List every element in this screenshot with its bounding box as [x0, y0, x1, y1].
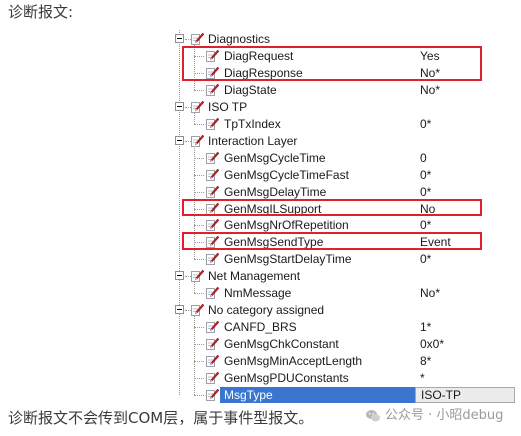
attribute-value: No*	[420, 65, 441, 80]
attribute-name: GenMsgNrOfRepetition	[224, 218, 349, 233]
attribute-name: GenMsgSendType	[224, 235, 324, 250]
pencil-icon	[205, 337, 219, 351]
attribute-value: 0x0*	[420, 337, 445, 352]
category-label: No category assigned	[208, 303, 325, 318]
attribute-value: 0*	[420, 116, 432, 131]
attribute-name: GenMsgMinAcceptLength	[224, 354, 363, 369]
attribute-row[interactable]: DiagRequest Yes	[170, 48, 520, 64]
attribute-row[interactable]: GenMsgMinAcceptLength 8*	[170, 353, 520, 369]
pencil-icon	[205, 218, 219, 232]
category-row[interactable]: ISO TP	[170, 99, 520, 115]
pencil-icon	[205, 252, 219, 266]
attribute-row[interactable]: GenMsgPDUConstants *	[170, 370, 520, 386]
attribute-name: GenMsgPDUConstants	[224, 371, 349, 385]
pencil-icon	[190, 32, 204, 46]
attribute-value: *	[420, 371, 425, 385]
attribute-value: Event	[420, 235, 451, 250]
category-label: Interaction Layer	[208, 133, 298, 148]
attribute-value: 8*	[420, 354, 432, 369]
pencil-icon	[205, 151, 219, 165]
watermark: 公众号 · 小昭debug	[365, 406, 503, 426]
attribute-row[interactable]: GenMsgNrOfRepetition 0*	[170, 217, 520, 233]
pencil-icon	[205, 117, 219, 131]
category-row[interactable]: No category assigned	[170, 302, 520, 318]
attribute-row[interactable]: GenMsgCycleTime 0	[170, 150, 520, 166]
collapse-toggle-icon[interactable]	[175, 271, 184, 281]
attribute-name: CANFD_BRS	[224, 320, 297, 335]
attribute-row[interactable]: DiagResponse No*	[170, 65, 520, 81]
caption-top: 诊断报文:	[8, 3, 74, 21]
attribute-row[interactable]: GenMsgCycleTimeFast 0*	[170, 167, 520, 183]
attribute-name: TpTxIndex	[224, 116, 281, 131]
collapse-toggle-icon[interactable]	[175, 34, 184, 43]
attribute-value: 1*	[420, 320, 432, 335]
attribute-name: GenMsgILSupport	[224, 201, 322, 216]
attribute-row-selected[interactable]: MsgType ISO-TP	[170, 386, 520, 403]
pencil-icon	[190, 269, 204, 283]
watermark-text: 公众号 · 小昭debug	[385, 408, 504, 423]
attribute-row[interactable]: CANFD_BRS 1*	[170, 319, 520, 335]
attribute-row[interactable]: GenMsgChkConstant 0x0*	[170, 336, 520, 352]
attribute-value: 0*	[420, 252, 432, 267]
collapse-toggle-icon[interactable]	[175, 305, 184, 315]
attribute-name: DiagRequest	[224, 48, 294, 63]
attribute-name: NmMessage	[224, 286, 292, 301]
caption-bottom: 诊断报文不会传到COM层，属于事件型报文。	[8, 409, 314, 427]
category-label: Diagnostics	[208, 32, 271, 46]
attribute-value: 0*	[420, 184, 432, 199]
pencil-icon	[190, 303, 204, 317]
attribute-name: DiagState	[224, 82, 277, 97]
attribute-name: GenMsgCycleTime	[224, 150, 326, 165]
attribute-row[interactable]: NmMessage No*	[170, 285, 520, 301]
pencil-icon	[205, 83, 219, 97]
category-row[interactable]: Diagnostics	[170, 31, 520, 47]
attribute-name: GenMsgStartDelayTime	[224, 252, 352, 267]
collapse-toggle-icon[interactable]	[175, 101, 184, 111]
attribute-value: No*	[420, 82, 441, 97]
category-row[interactable]: Net Management	[170, 268, 520, 284]
attribute-row[interactable]: GenMsgDelayTime 0*	[170, 184, 520, 200]
pencil-icon	[205, 202, 219, 216]
attribute-name: DiagResponse	[224, 65, 303, 80]
pencil-icon	[205, 320, 219, 334]
attribute-row[interactable]: TpTxIndex 0*	[170, 116, 520, 132]
attribute-name: GenMsgChkConstant	[224, 337, 339, 352]
pencil-icon	[205, 371, 219, 385]
attribute-row[interactable]: GenMsgSendType Event	[170, 234, 520, 250]
pencil-icon	[205, 168, 219, 182]
attribute-value: 0*	[420, 218, 432, 233]
attribute-name: MsgType	[220, 386, 417, 403]
pencil-icon	[205, 185, 219, 199]
collapse-toggle-icon[interactable]	[175, 135, 184, 145]
category-row[interactable]: Interaction Layer	[170, 133, 520, 149]
pencil-icon	[205, 286, 219, 300]
pencil-icon	[205, 66, 219, 80]
attribute-name: GenMsgCycleTimeFast	[224, 167, 349, 182]
attribute-value: No	[420, 201, 436, 216]
wechat-icon	[365, 408, 381, 424]
pencil-icon	[205, 388, 219, 402]
attribute-name: GenMsgDelayTime	[224, 184, 327, 199]
attribute-row[interactable]: GenMsgILSupport No	[170, 201, 520, 217]
attribute-value: No*	[420, 286, 441, 301]
pencil-icon	[190, 100, 204, 114]
attribute-value: 0*	[420, 167, 432, 182]
pencil-icon	[205, 354, 219, 368]
attribute-value: 0	[420, 150, 427, 165]
pencil-icon	[205, 49, 219, 63]
attribute-tree: Diagnostics DiagRequest Yes DiagResponse No*…	[170, 30, 520, 406]
category-label: Net Management	[208, 269, 301, 284]
pencil-icon	[190, 134, 204, 148]
attribute-value[interactable]: ISO-TP	[415, 386, 515, 403]
attribute-row[interactable]: DiagState No*	[170, 82, 520, 98]
attribute-value: Yes	[420, 48, 440, 63]
attribute-row[interactable]: GenMsgStartDelayTime 0*	[170, 251, 520, 267]
pencil-icon	[205, 235, 219, 249]
category-label: ISO TP	[208, 99, 248, 114]
